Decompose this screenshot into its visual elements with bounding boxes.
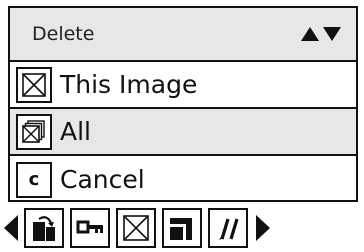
menu-item-cancel[interactable]: c Cancel (10, 156, 356, 203)
rotate-icon[interactable] (24, 208, 64, 248)
crossed-box-icon (16, 66, 52, 103)
resize-icon[interactable] (162, 208, 202, 248)
menu-item-this-image[interactable]: This Image (10, 62, 356, 109)
right-arrow-icon[interactable] (254, 213, 272, 243)
stacked-images-icon (16, 113, 52, 150)
left-arrow-icon[interactable] (2, 213, 20, 243)
bottom-toolbar (2, 206, 362, 250)
menu-item-label: Cancel (60, 165, 145, 194)
down-arrow-icon[interactable] (322, 26, 342, 42)
menu-item-label: All (60, 117, 91, 146)
menu-item-label: This Image (60, 70, 198, 99)
menu-header: Delete (10, 8, 356, 62)
scroll-arrows[interactable] (300, 26, 342, 42)
cancel-c-icon: c (16, 161, 52, 198)
delete-menu: Delete This Image All c Cancel (8, 6, 358, 202)
up-arrow-icon[interactable] (300, 26, 320, 42)
delete-crossed-box-icon[interactable] (116, 208, 156, 248)
cancel-icon-letter: c (28, 168, 40, 190)
key-protect-icon[interactable] (70, 208, 110, 248)
menu-title: Delete (32, 23, 95, 45)
menu-item-all[interactable]: All (10, 109, 356, 156)
edit-pen-icon[interactable] (208, 208, 248, 248)
